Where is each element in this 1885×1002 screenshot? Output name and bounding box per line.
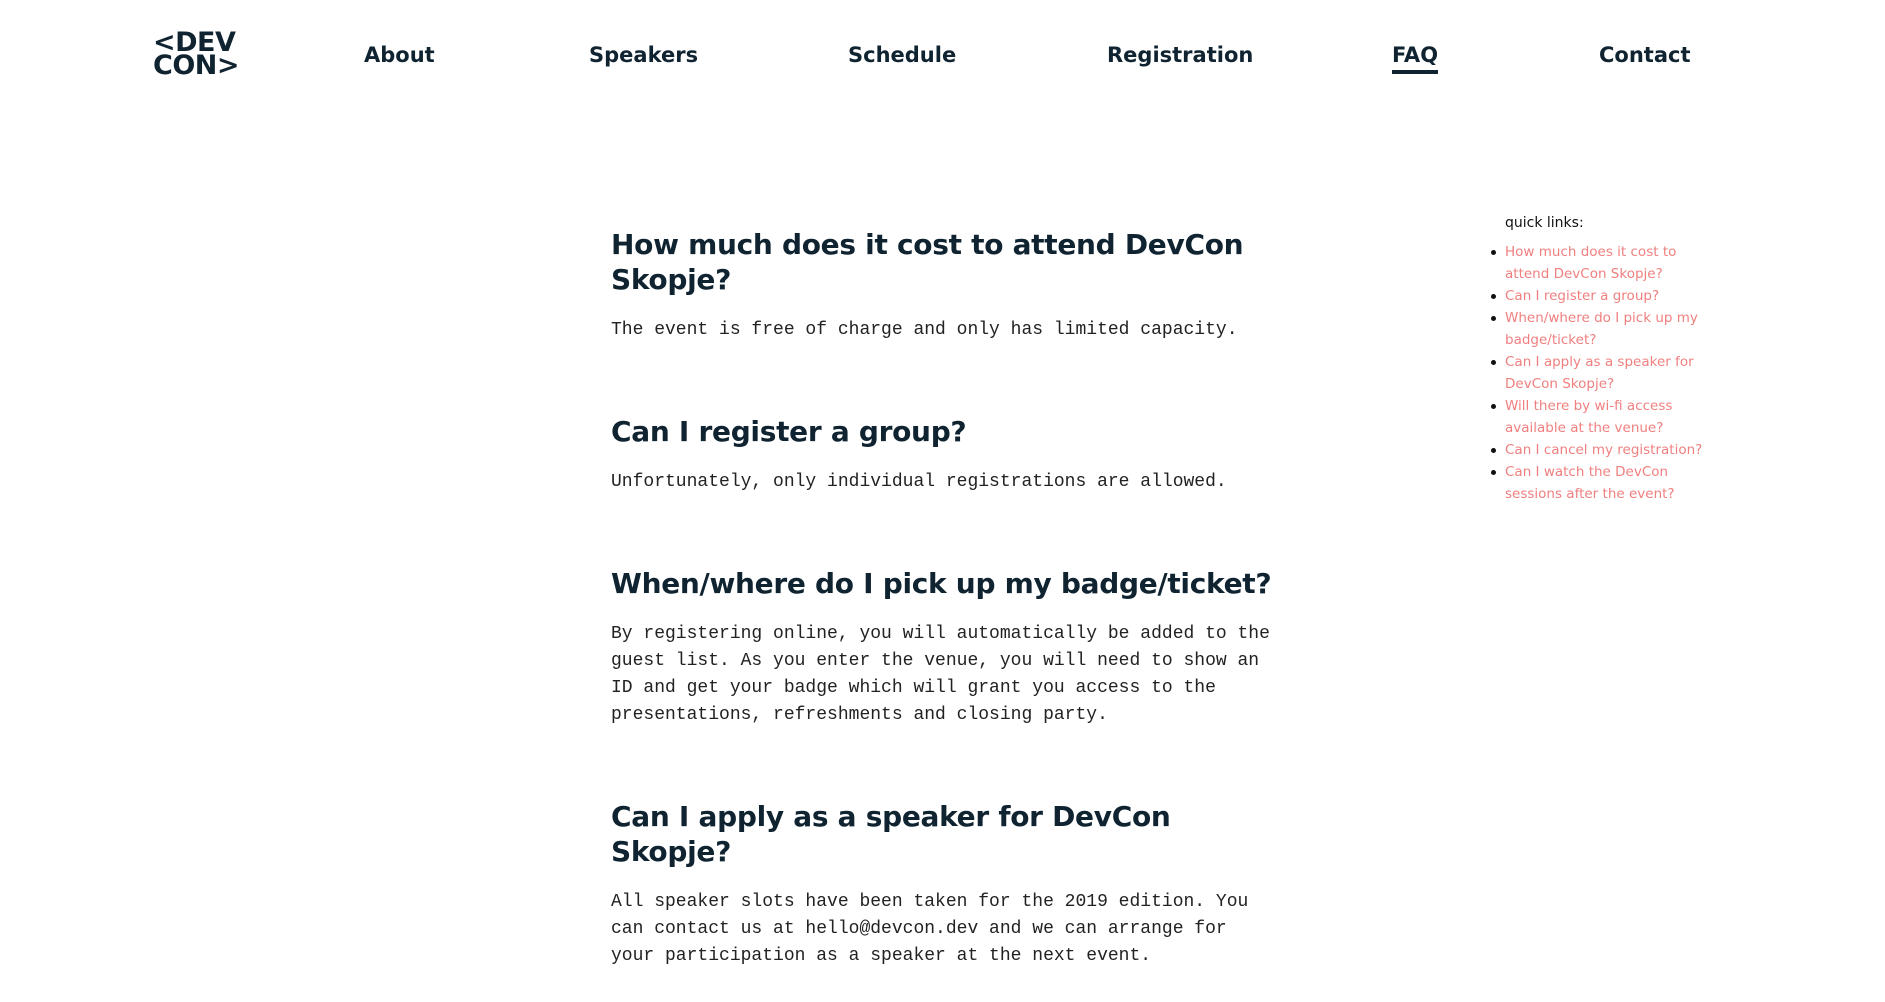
bullet-icon (1491, 404, 1496, 409)
bullet-icon (1491, 470, 1496, 475)
faq-question: Can I apply as a speaker for DevCon Skop… (611, 800, 1171, 868)
quick-link-label: Can I watch the DevCon sessions after th… (1505, 464, 1675, 502)
bullet-icon (1491, 448, 1496, 453)
faq-answer: Unfortunately, only individual registrat… (611, 472, 1227, 492)
quick-links-sidebar: quick links: How much does it cost to at… (1491, 213, 1715, 505)
nav-link-about[interactable]: About (364, 42, 435, 68)
quick-link-item[interactable]: Can I register a group? (1491, 285, 1715, 307)
quick-link-label: Can I cancel my registration? (1505, 442, 1703, 458)
nav-link-registration[interactable]: Registration (1107, 42, 1253, 68)
faq-answer: All speaker slots have been taken for th… (611, 892, 1249, 966)
nav-link-contact[interactable]: Contact (1599, 42, 1691, 68)
quick-link-item[interactable]: When/where do I pick up my badge/ticket? (1491, 307, 1715, 351)
faq-item: How much does it cost to attend DevCon S… (611, 227, 1276, 344)
nav-link-speakers[interactable]: Speakers (589, 42, 698, 68)
quick-link-label: Will there by wi-fi access available at … (1505, 398, 1673, 436)
nav-link-schedule[interactable]: Schedule (848, 42, 956, 68)
quick-link-item[interactable]: How much does it cost to attend DevCon S… (1491, 241, 1715, 285)
quick-links-title: quick links: (1505, 215, 1584, 231)
quick-link-item[interactable]: Will there by wi-fi access available at … (1491, 395, 1715, 439)
bullet-icon (1491, 250, 1496, 255)
faq-question: Can I register a group? (611, 415, 967, 448)
nav-link-faq[interactable]: FAQ (1392, 42, 1439, 74)
faq-item: Can I apply as a speaker for DevCon Skop… (611, 799, 1276, 970)
devcon-logo[interactable]: <DEV CON> (153, 29, 240, 81)
faq-answer: The event is free of charge and only has… (611, 320, 1238, 340)
quick-links-list: How much does it cost to attend DevCon S… (1491, 241, 1715, 505)
bullet-icon (1491, 294, 1496, 299)
logo-line-2: CON> (153, 50, 240, 81)
faq-item: When/where do I pick up my badge/ticket?… (611, 566, 1276, 729)
quick-link-label: How much does it cost to attend DevCon S… (1505, 244, 1677, 282)
faq-item: Can I register a group? Unfortunately, o… (611, 414, 1276, 496)
quick-link-item[interactable]: Can I watch the DevCon sessions after th… (1491, 461, 1715, 505)
bullet-icon (1491, 360, 1496, 365)
quick-link-item[interactable]: Can I apply as a speaker for DevCon Skop… (1491, 351, 1715, 395)
quick-link-item[interactable]: Can I cancel my registration? (1491, 439, 1715, 461)
quick-link-label: Can I register a group? (1505, 288, 1660, 304)
quick-link-label: When/where do I pick up my badge/ticket? (1505, 310, 1698, 348)
bullet-icon (1491, 316, 1496, 321)
faq-question: How much does it cost to attend DevCon S… (611, 228, 1244, 296)
quick-link-label: Can I apply as a speaker for DevCon Skop… (1505, 354, 1694, 392)
faq-question: When/where do I pick up my badge/ticket? (611, 567, 1272, 600)
faq-list: How much does it cost to attend DevCon S… (611, 227, 1276, 970)
faq-answer: By registering online, you will automati… (611, 624, 1270, 725)
